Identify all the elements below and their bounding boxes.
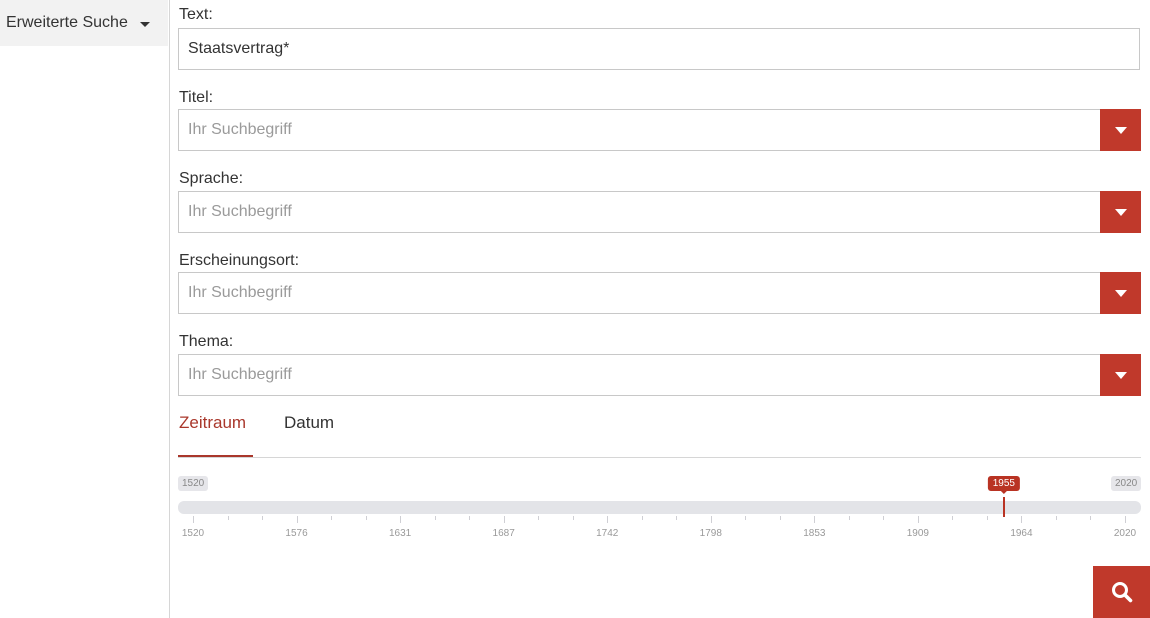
tab-zeitraum[interactable]: Zeitraum <box>179 413 246 433</box>
slider-tick <box>400 516 402 523</box>
slider-tick-label: 1687 <box>492 528 515 539</box>
slider-tick <box>503 516 505 523</box>
sprache-label: Sprache: <box>179 170 244 187</box>
thema-label: Thema: <box>179 333 234 350</box>
slider-minor-tick <box>986 516 988 520</box>
slider-minor-tick <box>883 516 885 520</box>
slider-minor-tick <box>1055 516 1057 520</box>
slider-minor-tick <box>572 516 574 520</box>
caret-down-icon <box>1114 126 1127 134</box>
slider-tick-label: 2020 <box>1113 528 1137 539</box>
slider-minor-tick <box>469 516 471 520</box>
slider-tick <box>296 516 298 523</box>
erscheinungsort-dropdown-button[interactable] <box>1100 272 1141 314</box>
year-slider-track[interactable] <box>178 501 1141 514</box>
titel-dropdown-button[interactable] <box>1100 109 1141 151</box>
tabs-divider <box>178 457 1141 458</box>
search-icon <box>1111 582 1132 603</box>
caret-down-icon <box>139 21 150 27</box>
slider-minor-tick <box>641 516 643 520</box>
text-label: Text: <box>179 6 213 23</box>
slider-tick <box>814 516 816 523</box>
erscheinungsort-input[interactable] <box>178 272 1140 314</box>
slider-tick-label: 1576 <box>285 528 308 539</box>
slider-minor-tick <box>848 516 850 520</box>
slider-tick-label: 1631 <box>388 528 412 539</box>
slider-minor-tick <box>227 516 229 520</box>
thema-input[interactable] <box>178 354 1140 396</box>
slider-min-label: 1520 <box>178 476 209 491</box>
slider-tick-label: 1742 <box>596 528 619 539</box>
slider-tick <box>1021 516 1023 523</box>
slider-tick-label: 1964 <box>1010 528 1033 539</box>
slider-tick-label: 1909 <box>906 528 929 539</box>
slider-tick <box>1125 516 1126 523</box>
slider-minor-tick <box>952 516 954 520</box>
time-tabs: Zeitraum Datum <box>178 405 1141 459</box>
tab-datum[interactable]: Datum <box>284 413 334 433</box>
slider-value-label: 1955 <box>987 476 1020 494</box>
slider-minor-tick <box>538 516 540 520</box>
slider-tick-label: 1520 <box>181 528 205 539</box>
slider-minor-tick <box>365 516 367 520</box>
slider-minor-tick <box>779 516 781 520</box>
slider-tick <box>917 516 919 523</box>
sprache-input[interactable] <box>178 191 1140 233</box>
caret-down-icon <box>1114 208 1127 216</box>
sidebar-divider <box>169 0 170 618</box>
slider-minor-tick <box>262 516 264 520</box>
slider-minor-tick <box>676 516 678 520</box>
titel-label: Titel: <box>179 89 214 106</box>
erscheinungsort-label: Erscheinungsort: <box>179 252 300 269</box>
slider-tick <box>193 516 194 523</box>
titel-input[interactable] <box>178 109 1140 151</box>
text-input[interactable] <box>178 28 1140 70</box>
slider-max-label: 2020 <box>1111 476 1142 491</box>
slider-tick-label: 1798 <box>699 528 722 539</box>
thema-dropdown-button[interactable] <box>1100 354 1141 396</box>
caret-down-icon <box>1114 371 1127 379</box>
slider-minor-tick <box>434 516 436 520</box>
slider-minor-tick <box>331 516 333 520</box>
sprache-dropdown-button[interactable] <box>1100 191 1141 233</box>
advanced-search-label: Erweiterte Suche <box>6 14 128 31</box>
year-slider-handle[interactable] <box>1002 497 1005 517</box>
slider-tick <box>607 516 609 523</box>
slider-tick <box>710 516 712 523</box>
slider-tick-label: 1853 <box>803 528 826 539</box>
search-button[interactable] <box>1093 566 1150 618</box>
caret-down-icon <box>1114 289 1127 297</box>
advanced-search-toggle[interactable]: Erweiterte Suche <box>0 0 168 46</box>
slider-minor-tick <box>1090 516 1092 520</box>
slider-minor-tick <box>745 516 747 520</box>
